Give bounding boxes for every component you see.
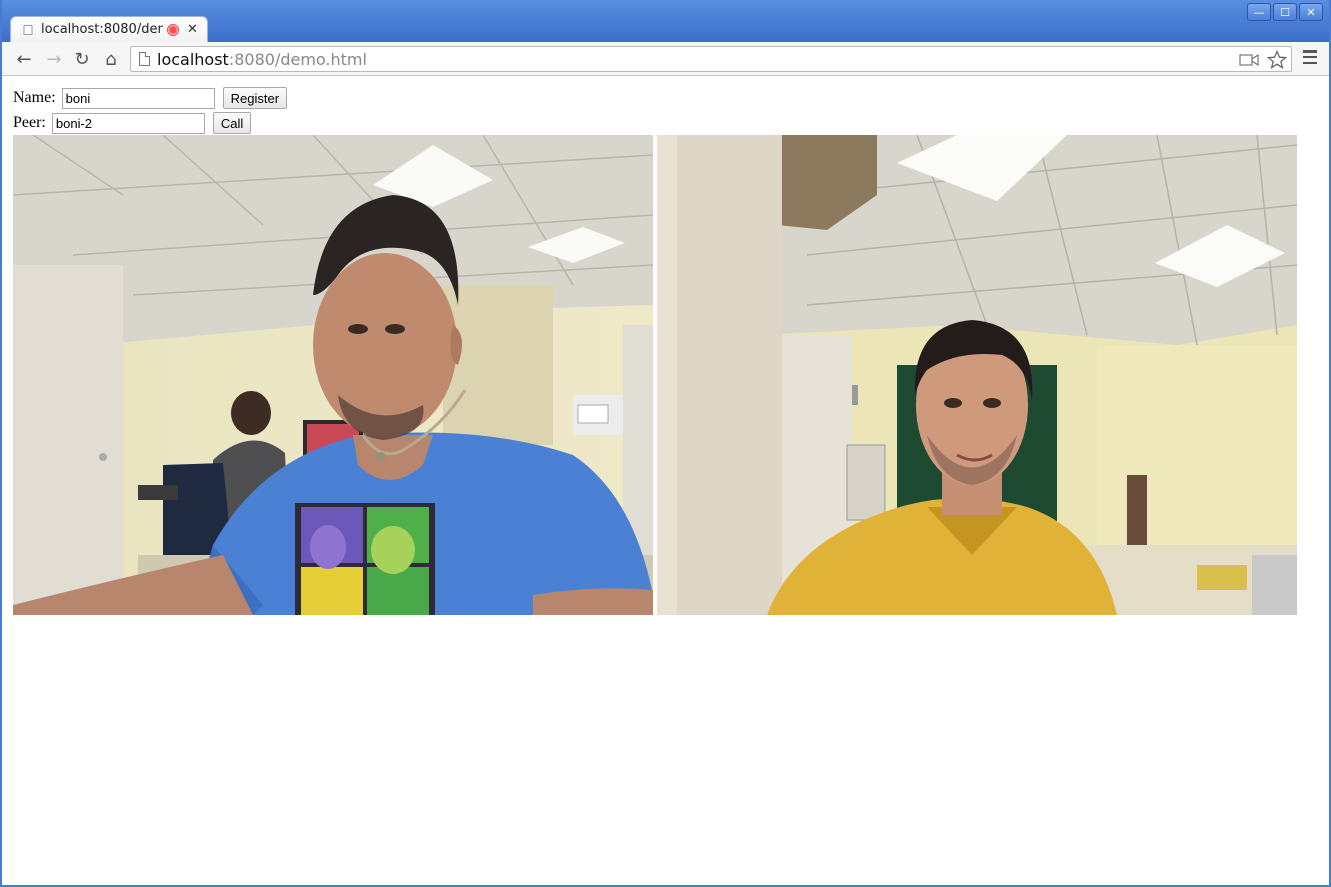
register-button[interactable]: Register bbox=[222, 87, 288, 109]
page-content: Name: Register Peer: Call bbox=[2, 77, 1329, 885]
tab-title: localhost:8080/demo.html bbox=[41, 22, 163, 37]
page-favicon-icon bbox=[23, 24, 33, 35]
name-label: Name: bbox=[13, 89, 56, 106]
forward-button[interactable]: → bbox=[42, 47, 66, 71]
peer-input[interactable] bbox=[51, 112, 205, 134]
name-input[interactable] bbox=[61, 87, 215, 109]
back-button[interactable]: ← bbox=[12, 47, 36, 71]
url-text: localhost:8080/demo.html bbox=[157, 49, 367, 69]
browser-window: localhost:8080/demo.html ✕ — ☐ ✕ ← → ↻ ⌂… bbox=[0, 0, 1331, 887]
recording-indicator-icon bbox=[167, 23, 179, 36]
window-controls: — ☐ ✕ bbox=[1247, 3, 1323, 21]
peer-label: Peer: bbox=[13, 114, 46, 131]
reload-button[interactable]: ↻ bbox=[70, 47, 94, 71]
camera-icon[interactable] bbox=[1239, 53, 1259, 67]
maximize-button[interactable]: ☐ bbox=[1273, 3, 1297, 21]
call-button[interactable]: Call bbox=[212, 112, 252, 134]
home-button[interactable]: ⌂ bbox=[99, 47, 123, 71]
remote-video bbox=[657, 135, 1297, 615]
local-video bbox=[13, 135, 653, 615]
address-bar[interactable]: localhost:8080/demo.html bbox=[130, 46, 1292, 72]
title-bar: localhost:8080/demo.html ✕ — ☐ ✕ bbox=[2, 0, 1329, 42]
browser-toolbar: ← → ↻ ⌂ localhost:8080/demo.html bbox=[2, 42, 1329, 76]
peer-row: Peer: Call bbox=[13, 112, 252, 134]
local-video-frame bbox=[13, 135, 653, 615]
close-window-button[interactable]: ✕ bbox=[1299, 3, 1323, 21]
menu-icon[interactable] bbox=[1303, 50, 1317, 64]
tab-close-icon[interactable]: ✕ bbox=[187, 22, 198, 37]
browser-tab[interactable]: localhost:8080/demo.html ✕ bbox=[10, 16, 208, 42]
name-row: Name: Register bbox=[13, 87, 288, 109]
minimize-button[interactable]: — bbox=[1247, 3, 1271, 21]
bookmark-star-icon[interactable] bbox=[1267, 50, 1287, 70]
page-icon bbox=[139, 52, 150, 66]
remote-video-frame bbox=[657, 135, 1297, 615]
